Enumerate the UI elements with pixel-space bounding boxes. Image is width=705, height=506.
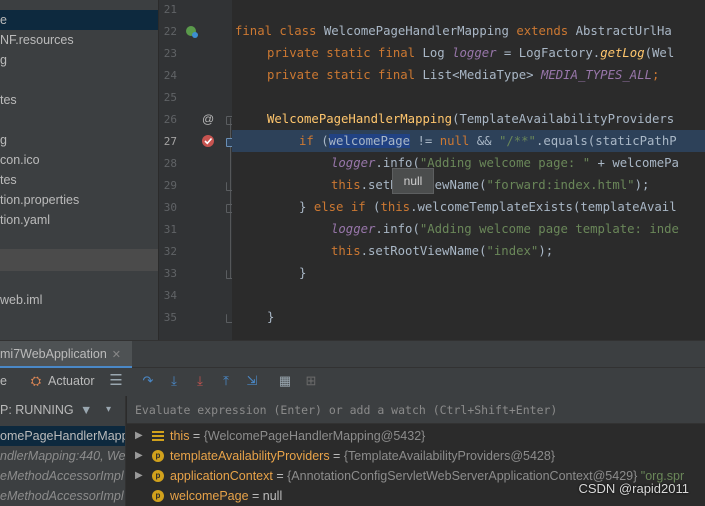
code-line-24: private static final List<MediaType> MED… bbox=[267, 68, 660, 82]
line-number: 31 bbox=[163, 223, 177, 236]
debug-tool-window-header: mi7WebApplication ✕ bbox=[0, 340, 705, 369]
line-number: 24 bbox=[163, 69, 177, 82]
tree-item[interactable]: tes bbox=[0, 90, 17, 110]
tree-item[interactable]: g bbox=[0, 50, 7, 70]
line-number: 29 bbox=[163, 179, 177, 192]
tree-item[interactable]: e bbox=[0, 10, 158, 30]
code-line-30: } else if (this.welcomeTemplateExists(te… bbox=[299, 200, 677, 214]
line-number: 34 bbox=[163, 289, 177, 302]
variable-row[interactable]: ▶ p templateAvailabilityProviders = {Tem… bbox=[127, 446, 705, 466]
spring-bean-icon[interactable] bbox=[185, 25, 199, 39]
expand-arrow-icon[interactable]: ▶ bbox=[135, 426, 143, 446]
tree-item[interactable]: con.ico bbox=[0, 150, 40, 170]
line-number: 21 bbox=[163, 3, 177, 16]
thread-selector[interactable]: P: RUNNING ▼ ▾ bbox=[0, 396, 125, 424]
evaluate-icon[interactable]: ▦ bbox=[277, 373, 293, 389]
line-number: 22 bbox=[163, 25, 177, 38]
override-marker-icon[interactable]: @ bbox=[202, 112, 214, 126]
frames-panel: P: RUNNING ▼ ▾ omePageHandlerMappi ndler… bbox=[0, 396, 126, 506]
fields-icon bbox=[152, 430, 164, 442]
show-execution-point-icon[interactable]: ↷ bbox=[140, 373, 156, 389]
line-number: 33 bbox=[163, 267, 177, 280]
breakpoint-icon[interactable] bbox=[201, 134, 215, 148]
line-number: 30 bbox=[163, 201, 177, 214]
menu-icon[interactable]: ☰ bbox=[108, 373, 124, 389]
watermark: CSDN @rapid2011 bbox=[578, 481, 689, 496]
line-number: 25 bbox=[163, 91, 177, 104]
line-number: 23 bbox=[163, 47, 177, 60]
tree-item[interactable]: g bbox=[0, 130, 7, 150]
code-line-22: final class WelcomePageHandlerMapping ex… bbox=[235, 24, 672, 38]
filter-icon[interactable]: ▼ bbox=[80, 396, 92, 424]
step-over-icon[interactable]: ⤓ bbox=[166, 373, 182, 389]
stack-frame[interactable]: eMethodAccessorImpl bbox=[0, 486, 125, 506]
evaluate-expression-input[interactable] bbox=[127, 396, 705, 424]
editor-gutter: 21 22 23 24 25 26 27 28 29 30 31 32 33 3… bbox=[158, 0, 234, 340]
actuator-tab[interactable]: Actuator bbox=[48, 374, 95, 388]
chevron-down-icon[interactable]: ▾ bbox=[106, 396, 111, 424]
line-number: 32 bbox=[163, 245, 177, 258]
step-out-icon[interactable]: ⤒ bbox=[218, 373, 234, 389]
tree-item[interactable]: tion.yaml bbox=[0, 210, 50, 230]
stack-frame[interactable]: eMethodAccessorImpl bbox=[0, 466, 125, 486]
code-line-29: this.setRootViewName("forward:index.html… bbox=[331, 178, 650, 192]
tree-item-highlighted[interactable] bbox=[0, 249, 158, 271]
line-number: 28 bbox=[163, 157, 177, 170]
value-tooltip: null bbox=[392, 168, 434, 194]
code-line-28: logger.info("Adding welcome page: " + we… bbox=[331, 156, 679, 170]
parameter-icon: p bbox=[152, 470, 164, 482]
run-to-cursor-icon[interactable]: ⇲ bbox=[244, 373, 260, 389]
code-line-31: logger.info("Adding welcome page templat… bbox=[331, 222, 679, 236]
tree-item[interactable]: tion.properties bbox=[0, 190, 79, 210]
expand-arrow-icon[interactable]: ▶ bbox=[135, 466, 143, 486]
variable-row[interactable]: ▶ this = {WelcomePageHandlerMapping@5432… bbox=[127, 426, 705, 446]
code-line-33: } bbox=[299, 266, 307, 280]
line-number-current: 27 bbox=[163, 135, 177, 148]
code-line-35: } bbox=[267, 310, 275, 324]
project-tree: e NF.resources g tes g con.ico tes tion.… bbox=[0, 0, 158, 340]
code-line-23: private static final Log logger = LogFac… bbox=[267, 46, 675, 60]
stack-frame[interactable]: omePageHandlerMappi bbox=[0, 426, 125, 446]
evaluate-bar bbox=[127, 396, 705, 424]
close-icon[interactable]: ✕ bbox=[112, 349, 121, 361]
tree-item[interactable]: NF.resources bbox=[0, 30, 74, 50]
stack-frame[interactable]: ndlerMapping:440, We bbox=[0, 446, 125, 466]
code-editor[interactable]: final class WelcomePageHandlerMapping ex… bbox=[232, 0, 705, 340]
parameter-icon: p bbox=[152, 490, 164, 502]
line-number: 26 bbox=[163, 113, 177, 126]
parameter-icon: p bbox=[152, 450, 164, 462]
console-tab[interactable]: e bbox=[0, 374, 7, 388]
code-line-32: this.setRootViewName("index"); bbox=[331, 244, 554, 258]
tree-item[interactable]: web.iml bbox=[0, 290, 42, 310]
step-into-icon[interactable]: ⤓ bbox=[192, 373, 208, 389]
code-line-26: WelcomePageHandlerMapping(TemplateAvaila… bbox=[267, 112, 675, 126]
debug-session-tab[interactable]: mi7WebApplication ✕ bbox=[0, 341, 132, 369]
trace-icon[interactable]: ⊞ bbox=[303, 373, 319, 389]
tree-item[interactable]: tes bbox=[0, 170, 17, 190]
expand-arrow-icon[interactable]: ▶ bbox=[135, 446, 143, 466]
actuator-icon: ⛭ bbox=[30, 373, 42, 388]
selected-expression: welcomePage bbox=[328, 134, 411, 148]
debug-toolbar: e ⛭ Actuator ☰ ↷ ⤓ ⤓ ⤒ ⇲ ▦ ⊞ bbox=[0, 368, 705, 396]
code-line-27: if (welcomePage != null && "/**".equals(… bbox=[299, 134, 677, 148]
line-number: 35 bbox=[163, 311, 177, 324]
